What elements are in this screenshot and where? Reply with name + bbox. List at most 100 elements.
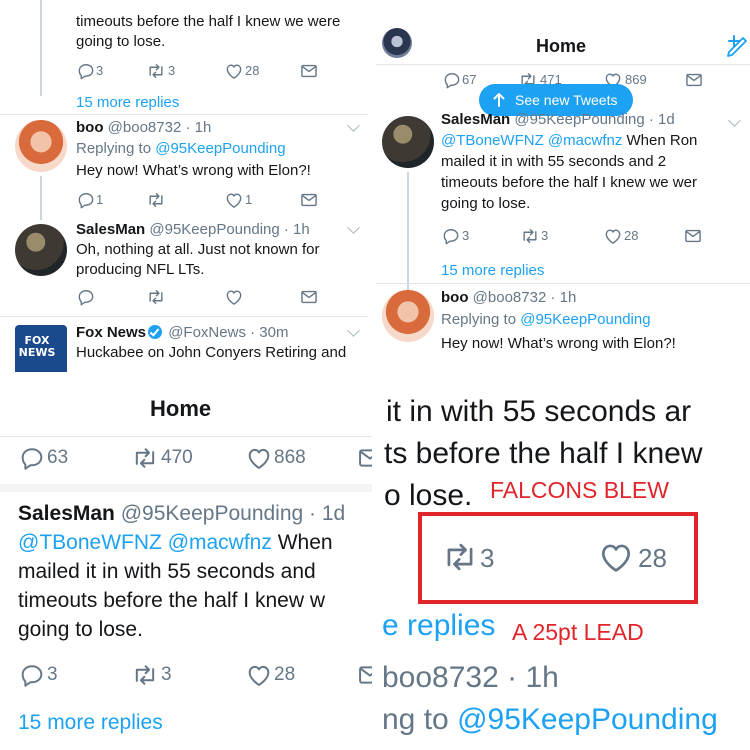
- tweet-header: SalesMan @95KeepPounding · 1h: [76, 220, 310, 240]
- tweet-header: boo @boo8732 · 1h: [76, 118, 211, 138]
- tweet-text-line: mailed it in with 55 seconds and 2: [441, 153, 667, 170]
- more-replies-link[interactable]: 15 more replies: [441, 261, 544, 281]
- reply-count: 3: [462, 228, 470, 243]
- panel-top-left: timeouts before the half I knew we were …: [0, 0, 368, 372]
- user-handle[interactable]: @95KeepPounding: [121, 502, 303, 525]
- message-icon[interactable]: [683, 226, 703, 246]
- annotation-text: A 25pt LEAD: [512, 619, 644, 645]
- tweet-header: boo @boo8732 · 1h: [441, 288, 576, 308]
- mention-link[interactable]: @TBoneWFNZ: [18, 531, 162, 554]
- arrow-up-icon: [493, 93, 505, 107]
- tweet-time: · 1h: [550, 289, 577, 306]
- user-name[interactable]: SalesMan: [18, 502, 115, 525]
- like-icon[interactable]: [603, 226, 623, 246]
- avatar[interactable]: [382, 290, 434, 342]
- chevron-down-icon[interactable]: [347, 221, 360, 234]
- retweet-icon[interactable]: [130, 661, 160, 689]
- avatar[interactable]: [382, 28, 412, 58]
- like-icon[interactable]: [245, 444, 273, 472]
- page-title: Home: [536, 36, 587, 56]
- user-name[interactable]: SalesMan: [441, 111, 510, 128]
- replying-to: Replying to @95KeepPounding: [441, 310, 651, 330]
- message-icon[interactable]: [684, 70, 704, 90]
- compose-icon[interactable]: [720, 32, 748, 58]
- replying-handle[interactable]: @95KeepPounding: [520, 311, 650, 328]
- chevron-down-icon[interactable]: [347, 119, 360, 132]
- chevron-down-icon[interactable]: [347, 324, 360, 337]
- user-handle[interactable]: @boo8732: [108, 119, 182, 136]
- replying-to: ng to @95KeepPounding: [382, 702, 718, 738]
- mention-link[interactable]: @macwfnz: [168, 531, 272, 554]
- tweet-text-line: producing NFL LTs.: [76, 261, 205, 278]
- reply-icon[interactable]: [442, 70, 462, 90]
- message-icon[interactable]: [299, 61, 319, 81]
- retweet-icon[interactable]: [130, 444, 160, 472]
- tweet-header: Fox News @FoxNews · 30m: [76, 323, 288, 343]
- tweet-time: · 30m: [250, 324, 289, 341]
- message-icon[interactable]: [356, 661, 372, 689]
- replying-handle[interactable]: @95KeepPounding: [457, 703, 718, 736]
- like-icon[interactable]: [224, 190, 244, 210]
- tweet-text: Hey now! What’s wrong with Elon?!: [441, 335, 676, 352]
- avatar[interactable]: [15, 120, 67, 172]
- avatar[interactable]: FOX NEWS: [15, 325, 67, 372]
- message-icon[interactable]: [356, 444, 372, 472]
- like-icon[interactable]: [596, 538, 636, 576]
- replying-handle[interactable]: @95KeepPounding: [155, 140, 285, 157]
- divider: [0, 484, 372, 492]
- reply-icon[interactable]: [76, 61, 96, 81]
- panel-bottom-right: it in with 55 seconds ar ts before the h…: [378, 378, 750, 750]
- user-name[interactable]: boo: [441, 289, 469, 306]
- reply-icon[interactable]: [18, 444, 46, 472]
- thread-line: [407, 172, 409, 290]
- tweet-text-line: ts before the half I knew: [384, 437, 703, 470]
- user-handle[interactable]: @boo8732: [473, 289, 547, 306]
- user-name[interactable]: boo: [76, 119, 104, 136]
- message-icon[interactable]: [299, 287, 319, 307]
- retweet-icon[interactable]: [146, 190, 166, 210]
- replying-prefix: Replying to: [76, 140, 152, 157]
- retweet-icon[interactable]: [146, 287, 166, 307]
- divider: [376, 64, 750, 65]
- chevron-down-icon[interactable]: [728, 114, 741, 127]
- retweet-icon[interactable]: [440, 538, 480, 576]
- tweet-text-fragment: When Ron: [626, 132, 698, 149]
- user-handle[interactable]: @95KeepPounding: [514, 111, 644, 128]
- divider: [0, 316, 368, 317]
- retweet-icon[interactable]: [146, 61, 166, 81]
- reply-icon[interactable]: [76, 287, 96, 307]
- divider: [0, 436, 372, 437]
- avatar[interactable]: [382, 116, 434, 168]
- retweet-count: 3: [480, 543, 495, 573]
- reply-count: 3: [96, 63, 104, 78]
- tweet-text-line: going to lose.: [76, 33, 166, 50]
- replying-prefix: Replying to: [441, 311, 517, 328]
- message-icon[interactable]: [299, 190, 319, 210]
- tweet-time: · 1h: [283, 221, 310, 238]
- tweet-text-line: @TBoneWFNZ @macwfnz When Ron: [441, 131, 697, 151]
- like-count: 1: [245, 192, 253, 207]
- avatar[interactable]: [15, 224, 67, 276]
- user-name[interactable]: SalesMan: [76, 221, 145, 238]
- like-icon[interactable]: [224, 61, 244, 81]
- mention-link[interactable]: @TBoneWFNZ: [441, 132, 544, 149]
- more-replies-link[interactable]: 15 more replies: [18, 709, 163, 737]
- reply-icon[interactable]: [441, 226, 461, 246]
- like-icon[interactable]: [245, 661, 273, 689]
- like-count: 28: [638, 543, 667, 573]
- more-replies-link[interactable]: 15 more replies: [76, 93, 179, 113]
- user-handle[interactable]: @FoxNews: [168, 324, 246, 341]
- more-replies-link[interactable]: e replies: [382, 608, 495, 644]
- user-name[interactable]: Fox News: [76, 324, 146, 341]
- tweet-time: · 1d: [309, 502, 346, 525]
- user-handle[interactable]: @95KeepPounding: [149, 221, 279, 238]
- page-title: Home: [150, 396, 212, 421]
- tweet-text: Hey now! What’s wrong with Elon?!: [76, 162, 311, 179]
- panel-bottom-left: Home 63 470 868 SalesMan @95KeepPounding…: [0, 378, 372, 750]
- retweet-icon[interactable]: [520, 226, 540, 246]
- like-icon[interactable]: [224, 287, 244, 307]
- mention-link[interactable]: @macwfnz: [548, 132, 622, 149]
- user-handle[interactable]: boo8732 · 1h: [382, 660, 559, 696]
- reply-icon[interactable]: [76, 190, 96, 210]
- reply-icon[interactable]: [18, 661, 46, 689]
